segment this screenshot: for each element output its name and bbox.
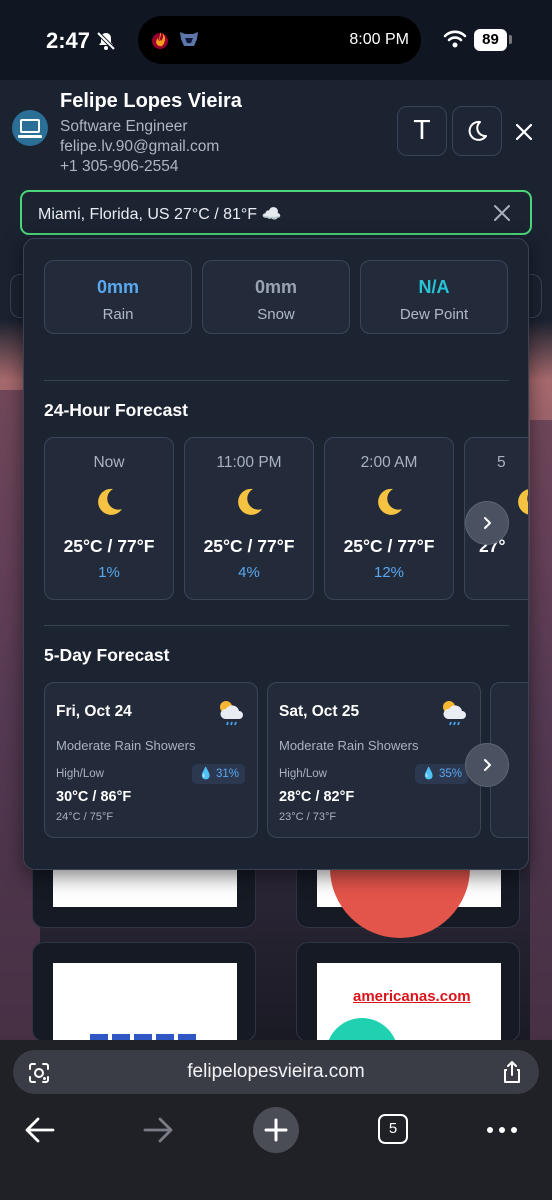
memphis-grizzlies-logo [180,32,198,46]
chevron-right-icon [484,759,491,771]
daily-card: Fri, Oct 24 Moderate Rain Showers High/L… [44,682,258,838]
daily-forecast-title: 5-Day Forecast [44,645,170,665]
hour-precip: 4% [238,564,260,581]
search-value: Miami, Florida, US 27°C / 81°F ☁️ [38,206,282,223]
profile-email[interactable]: felipe.lv.90@gmail.com [60,138,219,156]
metric-rain: 0mm Rain [44,260,192,334]
profile-header: Felipe Lopes Vieira Software Engineer fe… [0,80,552,190]
battery-tip [509,35,512,44]
divider [44,625,509,626]
metric-label: Rain [102,306,134,323]
back-arrow-icon[interactable] [24,1115,56,1145]
day-precip-badge: 💧 35% [415,764,468,784]
clear-search-icon[interactable] [492,203,512,223]
laptop-base [18,135,42,138]
metric-snow: 0mm Snow [202,260,350,334]
hour-temp: 25°C / 77°F [203,536,295,556]
day-high-low-label: High/Low [279,768,327,780]
weather-dropdown: 0mm Rain 0mm Snow N/A Dew Point 24-Hour … [23,238,529,870]
status-bar: 2:47 8:00 PM 89 [0,0,552,80]
hourly-forecast-title: 24-Hour Forecast [44,400,188,420]
metric-label: Snow [257,306,295,323]
metric-value: 0mm [96,277,140,297]
americanas-logo: americanas.com [353,988,471,1005]
hourly-next-button[interactable] [465,501,509,545]
browser-toolbar: felipelopesvieira.com 5 [0,1040,552,1200]
status-time: 2:47 [46,28,91,53]
hour-temp: 25°C / 77°F [343,536,435,556]
hour-time: Now [93,454,125,471]
avatar [12,110,48,146]
hour-time: 11:00 PM [216,454,282,471]
day-date: Fri, Oct 24 [56,703,132,720]
miami-heat-logo [152,32,168,49]
address-bar[interactable]: felipelopesvieira.com [13,1050,539,1094]
dynamic-island[interactable]: 8:00 PM [138,16,421,64]
hour-temp: 25°C / 77°F [63,536,155,556]
day-precip-badge: 💧 31% [192,764,245,784]
profile-phone[interactable]: +1 305-906-2554 [60,158,179,176]
url-text: felipelopesvieira.com [187,1061,365,1082]
location-search-input[interactable]: Miami, Florida, US 27°C / 81°F ☁️ [20,190,532,235]
more-menu-icon[interactable] [486,1126,518,1134]
laptop-icon [20,119,40,133]
profile-role: Software Engineer [60,118,188,135]
skyline-building [530,420,552,1040]
metric-value: 0mm [254,277,298,297]
tab-switcher-button[interactable]: 5 [378,1114,408,1144]
island-time: 8:00 PM [349,31,409,48]
battery-icon: 89 [474,29,507,51]
font-size-icon: T [414,116,430,146]
day-date: Sat, Oct 25 [279,703,360,720]
crescent-moon-icon [378,488,402,515]
chevron-right-icon [484,517,491,529]
day-condition: Moderate Rain Showers [279,738,419,753]
forward-arrow-icon[interactable] [142,1115,174,1145]
divider [44,380,509,381]
daily-next-button[interactable] [465,743,509,787]
project-card[interactable] [32,942,256,1040]
sun-behind-rain-cloud-icon [220,701,243,726]
day-condition: Moderate Rain Showers [56,738,196,753]
hourly-card: 11:00 PM 25°C / 77°F 4% [184,437,314,600]
project-thumbnail [53,963,237,1040]
theme-toggle-button[interactable] [452,106,502,156]
share-icon[interactable] [501,1060,523,1084]
bell-slash-icon [96,31,116,51]
moon-icon [468,120,487,141]
day-low: 24°C / 75°F [56,811,114,823]
new-tab-button[interactable] [253,1107,299,1153]
crescent-moon-icon [98,488,122,515]
hour-precip: 1% [98,564,120,581]
hourly-card: 2:00 AM 25°C / 77°F 12% [324,437,454,600]
day-high: 28°C / 82°F [279,789,355,805]
metric-dew-point: N/A Dew Point [360,260,508,334]
sun-behind-rain-cloud-icon [443,701,466,726]
profile-name: Felipe Lopes Vieira [60,90,242,112]
day-high-low-label: High/Low [56,768,104,780]
plus-icon [264,1118,288,1142]
daily-card: Sat, Oct 25 Moderate Rain Showers High/L… [267,682,481,838]
day-low: 23°C / 73°F [279,811,337,823]
hourly-card: Now 25°C / 77°F 1% [44,437,174,600]
hour-precip: 12% [373,564,405,581]
wifi-icon [443,30,467,48]
crescent-moon-icon [238,488,262,515]
day-high: 30°C / 86°F [56,789,132,805]
crescent-moon-icon [518,489,528,515]
close-icon[interactable] [512,120,536,144]
metric-value: N/A [418,277,450,297]
hour-time: 2:00 AM [360,454,418,471]
hour-time: 5 [497,454,506,471]
metric-label: Dew Point [399,306,469,323]
font-size-button[interactable]: T [397,106,447,156]
